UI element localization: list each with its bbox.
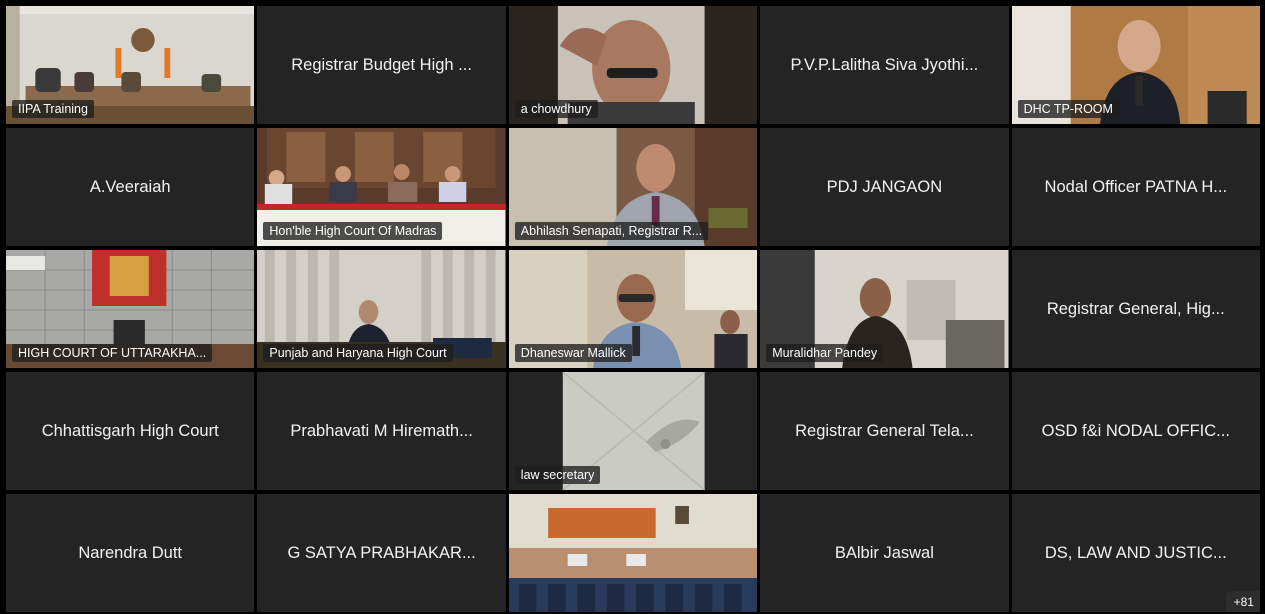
participant-name: A.Veeraiah bbox=[89, 177, 171, 196]
participant-tile-narendra-dutt[interactable]: Narendra Dutt bbox=[6, 494, 255, 612]
participant-name-tag: Abhilash Senapati, Registrar R... bbox=[514, 222, 709, 240]
participant-name-tag: DHC TP-ROOM bbox=[1017, 100, 1119, 118]
participant-tile-registrar-general-hig[interactable]: Registrar General, Hig... bbox=[1011, 250, 1260, 368]
participant-tile-ds-law-justice[interactable]: DS, LAW AND JUSTIC... +81 bbox=[1011, 494, 1260, 612]
participant-tile-g-satya-prabhakar[interactable]: G SATYA PRABHAKAR... bbox=[257, 494, 506, 612]
participant-tile-a-veeraiah[interactable]: A.Veeraiah bbox=[6, 128, 255, 246]
participant-tile-muralidhar-pandey[interactable]: Muralidhar Pandey bbox=[760, 250, 1009, 368]
participant-tile-prabhavati[interactable]: Prabhavati M Hiremath... bbox=[257, 372, 506, 490]
participant-name: Narendra Dutt bbox=[78, 543, 183, 562]
participant-tile-registrar-budget[interactable]: Registrar Budget High ... bbox=[257, 6, 506, 124]
participant-name-tag: law secretary bbox=[514, 466, 601, 484]
participant-name: Nodal Officer PATNA H... bbox=[1044, 177, 1228, 196]
participant-tile-dhc-tp-room[interactable]: DHC TP-ROOM bbox=[1011, 6, 1260, 124]
participant-name: BAlbir Jaswal bbox=[834, 543, 934, 562]
participant-tile-chhattisgarh[interactable]: Chhattisgarh High Court bbox=[6, 372, 255, 490]
participant-tile-pdj-jangaon[interactable]: PDJ JANGAON bbox=[760, 128, 1009, 246]
participant-tile-abhilash-senapati[interactable]: Abhilash Senapati, Registrar R... bbox=[508, 128, 758, 246]
participant-video bbox=[508, 494, 758, 612]
participant-tile-a-chowdhury[interactable]: a chowdhury bbox=[508, 6, 758, 124]
participant-name: DS, LAW AND JUSTIC... bbox=[1044, 543, 1227, 562]
participant-name-tag: Punjab and Haryana High Court bbox=[263, 344, 453, 362]
participant-name: OSD f&i NODAL OFFIC... bbox=[1041, 421, 1230, 440]
participant-tile-osd-nodal-office[interactable]: OSD f&i NODAL OFFIC... bbox=[1011, 372, 1260, 490]
participant-tile-courtroom[interactable] bbox=[508, 494, 758, 612]
participant-name: Registrar Budget High ... bbox=[291, 55, 472, 74]
participant-name-tag: Dhaneswar Mallick bbox=[514, 344, 632, 362]
participant-name: PDJ JANGAON bbox=[826, 177, 943, 196]
participant-name-tag: Muralidhar Pandey bbox=[766, 344, 884, 362]
participant-name-tag: Hon'ble High Court Of Madras bbox=[263, 222, 443, 240]
participant-name: Registrar General Tela... bbox=[795, 421, 974, 440]
participant-name: Chhattisgarh High Court bbox=[41, 421, 219, 440]
participant-tile-nodal-officer-patna[interactable]: Nodal Officer PATNA H... bbox=[1011, 128, 1260, 246]
participant-name: Prabhavati M Hiremath... bbox=[290, 421, 473, 440]
participant-tile-high-court-madras[interactable]: Hon'ble High Court Of Madras bbox=[257, 128, 506, 246]
video-gallery: IIPA Training Registrar Budget High ... … bbox=[6, 6, 1260, 612]
participant-name-tag: HIGH COURT OF UTTARAKHA... bbox=[12, 344, 213, 362]
participant-tile-dhaneswar-mallick[interactable]: Dhaneswar Mallick bbox=[508, 250, 758, 368]
participant-tile-balbir-jaswal[interactable]: BAlbir Jaswal bbox=[760, 494, 1009, 612]
participant-name: P.V.P.Lalitha Siva Jyothi... bbox=[790, 55, 979, 74]
participant-tile-law-secretary[interactable]: law secretary bbox=[508, 372, 758, 490]
participant-name-tag: IIPA Training bbox=[12, 100, 94, 118]
more-participants-badge[interactable]: +81 bbox=[1225, 591, 1260, 612]
participant-tile-punjab-haryana[interactable]: Punjab and Haryana High Court bbox=[257, 250, 506, 368]
participant-name-tag: a chowdhury bbox=[514, 100, 598, 118]
participant-tile-pvp-lalitha[interactable]: P.V.P.Lalitha Siva Jyothi... bbox=[760, 6, 1009, 124]
participant-tile-registrar-general-tela[interactable]: Registrar General Tela... bbox=[760, 372, 1009, 490]
participant-tile-high-court-uttarakhand[interactable]: HIGH COURT OF UTTARAKHA... bbox=[6, 250, 255, 368]
participant-tile-iipa-training[interactable]: IIPA Training bbox=[6, 6, 255, 124]
participant-name: Registrar General, Hig... bbox=[1046, 299, 1225, 318]
participant-name: G SATYA PRABHAKAR... bbox=[287, 543, 476, 562]
